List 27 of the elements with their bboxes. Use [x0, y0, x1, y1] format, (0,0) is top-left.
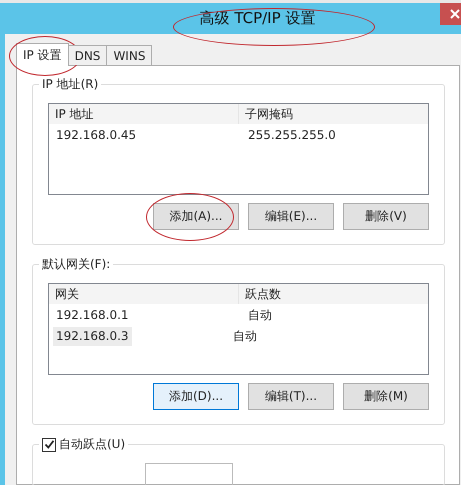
table-cell-text: 自动	[247, 307, 273, 324]
table-cell-text: 192.168.0.45	[55, 127, 138, 144]
tab[interactable]: DNS	[68, 45, 108, 65]
column-header[interactable]: 网关	[49, 284, 239, 304]
auto-metric-checkbox[interactable]: 自动跃点(U)	[39, 437, 128, 452]
window-title: 高级 TCP/IP 设置	[200, 9, 316, 28]
group-label: IP 地址(R)	[39, 77, 102, 92]
tab[interactable]: WINS	[106, 45, 152, 65]
column-header[interactable]: 子网掩码	[239, 104, 428, 124]
checkmark-icon	[44, 439, 54, 450]
dialog-button[interactable]: 删除(M)	[343, 383, 429, 410]
column-header[interactable]: 跃点数	[239, 284, 428, 304]
dialog-button[interactable]: 删除(V)	[343, 203, 429, 230]
table-cell-text: 255.255.255.0	[247, 127, 337, 144]
dialog-button[interactable]: 编辑(T)...	[248, 383, 334, 410]
input-field[interactable]	[145, 463, 233, 485]
table-cell: 192.168.0.3	[53, 327, 132, 346]
close-button[interactable]	[440, 3, 461, 25]
dialog-button[interactable]: 添加(D)...	[153, 383, 239, 410]
group-label: 默认网关(F):	[39, 257, 114, 272]
dialog-button[interactable]: 编辑(E)...	[248, 203, 334, 230]
dialog-button[interactable]: 添加(A)...	[153, 203, 239, 230]
tab[interactable]: IP 设置	[16, 43, 69, 66]
close-icon	[450, 9, 460, 19]
table-cell-text: 自动	[232, 328, 258, 345]
table-cell-text: 192.168.0.1	[55, 307, 130, 324]
column-header[interactable]: IP 地址	[49, 104, 239, 124]
